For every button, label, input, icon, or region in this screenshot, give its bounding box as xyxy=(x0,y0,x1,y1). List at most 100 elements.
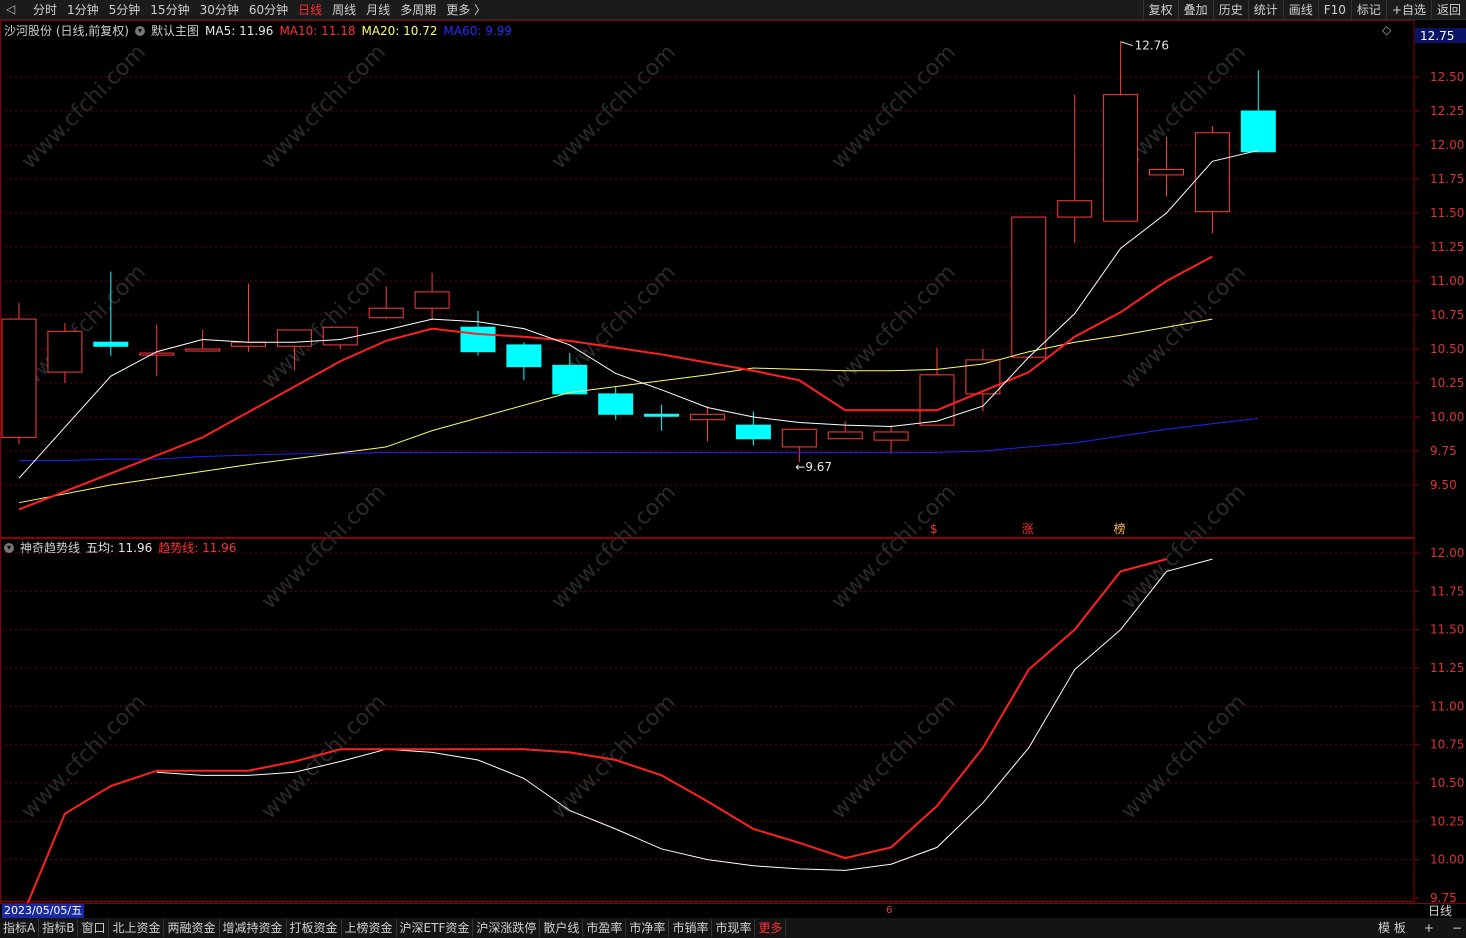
tool-1[interactable]: 叠加 xyxy=(1177,0,1213,20)
indicator-tab-6[interactable]: 打板资金 xyxy=(287,919,342,937)
watermark: www.cfchi.com xyxy=(1117,260,1251,394)
trend-line xyxy=(26,558,1167,903)
period-tab-8[interactable]: 月线 xyxy=(361,1,395,18)
candle-body xyxy=(93,341,129,347)
candle-body xyxy=(598,393,634,415)
main-y-tick-label: 11.25 xyxy=(1430,240,1464,254)
candle-body xyxy=(506,344,542,368)
sub-y-tick-label: 10.50 xyxy=(1430,776,1464,790)
indicator-tab-4[interactable]: 两融资金 xyxy=(164,919,220,937)
add-button[interactable]: + xyxy=(1424,918,1434,938)
period-tab-10[interactable]: 更多 〉 xyxy=(441,1,491,18)
candle-body xyxy=(873,431,909,441)
cursor-date: 2023/05/05/五 xyxy=(2,904,85,918)
price-tag: 12.75 xyxy=(1420,29,1454,43)
main-y-tick-label: 12.00 xyxy=(1430,138,1464,152)
candle-body xyxy=(1057,200,1093,218)
indicator-tab-11[interactable]: 市盈率 xyxy=(583,919,627,937)
tool-7[interactable]: +自选 xyxy=(1385,0,1431,20)
candle-body xyxy=(185,348,221,352)
indicator-tab-10[interactable]: 散户线 xyxy=(540,919,584,937)
period-tab-7[interactable]: 周线 xyxy=(327,1,361,18)
candle-body xyxy=(827,431,863,440)
template-button[interactable]: 模 板 xyxy=(1378,918,1406,938)
diamond-icon: ◇ xyxy=(1382,23,1392,37)
candle-body xyxy=(1149,168,1184,176)
indicator-tab-7[interactable]: 上榜资金 xyxy=(342,919,397,937)
five-avg-line xyxy=(156,558,1213,871)
period-tab-2[interactable]: 5分钟 xyxy=(104,1,146,18)
event-marker: 榜 xyxy=(1114,521,1126,536)
indicator-tab-9[interactable]: 沪深涨跌停 xyxy=(473,919,541,937)
watermark: www.cfchi.com xyxy=(827,480,961,614)
candle-body xyxy=(231,341,266,347)
candle-body xyxy=(414,291,450,309)
watermark: www.cfchi.com xyxy=(827,40,961,174)
main-y-tick-label: 11.00 xyxy=(1430,274,1464,288)
remove-button[interactable]: − xyxy=(1452,918,1462,938)
indicator-tab-12[interactable]: 市净率 xyxy=(626,919,670,937)
indicator-tab-bar: 指标A 指标B 窗口 北上资金 两融资金 增减持资金 打板资金 上榜资金 沪深ETF资金 沪深涨跌… xyxy=(0,918,1466,938)
watermark: www.cfchi.com xyxy=(17,260,151,394)
watermark: www.cfchi.com xyxy=(17,690,151,824)
candle-body xyxy=(781,428,817,448)
watermark: www.cfchi.com xyxy=(547,40,681,174)
main-y-tick-label: 9.50 xyxy=(1430,478,1457,492)
indicator-tab-13[interactable]: 市销率 xyxy=(669,919,713,937)
watermark: www.cfchi.com xyxy=(547,690,681,824)
indicator-tab-3[interactable]: 北上资金 xyxy=(109,919,165,937)
period-tab-5[interactable]: 60分钟 xyxy=(244,1,293,18)
back-arrow-icon[interactable]: ◁ xyxy=(6,2,15,16)
tool-0[interactable]: 复权 xyxy=(1142,0,1178,20)
watermark: www.cfchi.com xyxy=(827,260,961,394)
low-label: ←9.67 xyxy=(795,460,832,474)
indicator-tab-1[interactable]: 指标B xyxy=(39,919,79,937)
indicator-tab-8[interactable]: 沪深ETF资金 xyxy=(397,919,474,937)
tool-3[interactable]: 统计 xyxy=(1247,0,1283,20)
watermark: www.cfchi.com xyxy=(827,690,961,824)
period-tab-9[interactable]: 多周期 xyxy=(395,1,441,18)
main-y-tick-label: 12.50 xyxy=(1430,70,1464,84)
indicator-tab-0[interactable]: 指标A xyxy=(0,919,40,937)
indicator-tab-15[interactable]: 更多 xyxy=(755,919,787,937)
tool-menu: 复权 叠加 历史 统计 画线 F10 标记 +自选 返回 xyxy=(1142,0,1466,20)
candle-body xyxy=(1,318,37,438)
watermark: www.cfchi.com xyxy=(257,690,391,824)
period-tab-0[interactable]: 分时 xyxy=(28,1,62,18)
sub-y-tick-label: 10.25 xyxy=(1430,814,1464,828)
watermark: www.cfchi.com xyxy=(1117,690,1251,824)
tool-6[interactable]: 标记 xyxy=(1350,0,1386,20)
period-tab-4[interactable]: 30分钟 xyxy=(195,1,244,18)
indicator-tab-2[interactable]: 窗口 xyxy=(78,919,110,937)
period-tabs: 分时 1分钟 5分钟 15分钟 30分钟 60分钟 日线 周线 月线 多周期 更多 〉 xyxy=(0,1,491,18)
tool-8[interactable]: 返回 xyxy=(1430,0,1466,20)
main-y-tick-label: 9.75 xyxy=(1430,444,1457,458)
sub-y-tick-label: 11.50 xyxy=(1430,623,1464,637)
candle-body xyxy=(690,413,725,421)
high-label: 12.76 xyxy=(1135,39,1169,53)
event-marker: $ xyxy=(930,522,938,536)
sub-y-tick-label: 10.75 xyxy=(1430,738,1464,752)
candle-body xyxy=(460,326,496,353)
period-tab-1[interactable]: 1分钟 xyxy=(62,1,104,18)
watermark: www.cfchi.com xyxy=(1117,480,1251,614)
candle-body xyxy=(1103,94,1139,222)
tool-4[interactable]: 画线 xyxy=(1282,0,1318,20)
main-y-tick-label: 12.25 xyxy=(1430,104,1464,118)
period-tab-6[interactable]: 日线 xyxy=(293,1,327,18)
tool-5[interactable]: F10 xyxy=(1317,0,1351,20)
indicator-tab-5[interactable]: 增减持资金 xyxy=(220,919,287,937)
candle-body xyxy=(552,364,588,395)
sub-y-tick-label: 11.75 xyxy=(1430,584,1464,598)
main-y-tick-label: 11.50 xyxy=(1430,206,1464,220)
main-y-tick-label: 11.75 xyxy=(1430,172,1464,186)
watermark: www.cfchi.com xyxy=(547,480,681,614)
indicator-tab-14[interactable]: 市现率 xyxy=(712,919,756,937)
candle-body xyxy=(1194,132,1230,213)
period-tab-3[interactable]: 15分钟 xyxy=(145,1,194,18)
candle-body xyxy=(1240,110,1276,153)
kline-chart[interactable]: 12.50 12.25 12.00 11.75 11.50 11.25 11.00 10.75… xyxy=(0,20,1466,903)
tool-2[interactable]: 历史 xyxy=(1212,0,1248,20)
sub-y-tick-label: 10.00 xyxy=(1430,853,1464,867)
date-bar: 2023/05/05/五 6 日线 xyxy=(0,903,1466,918)
